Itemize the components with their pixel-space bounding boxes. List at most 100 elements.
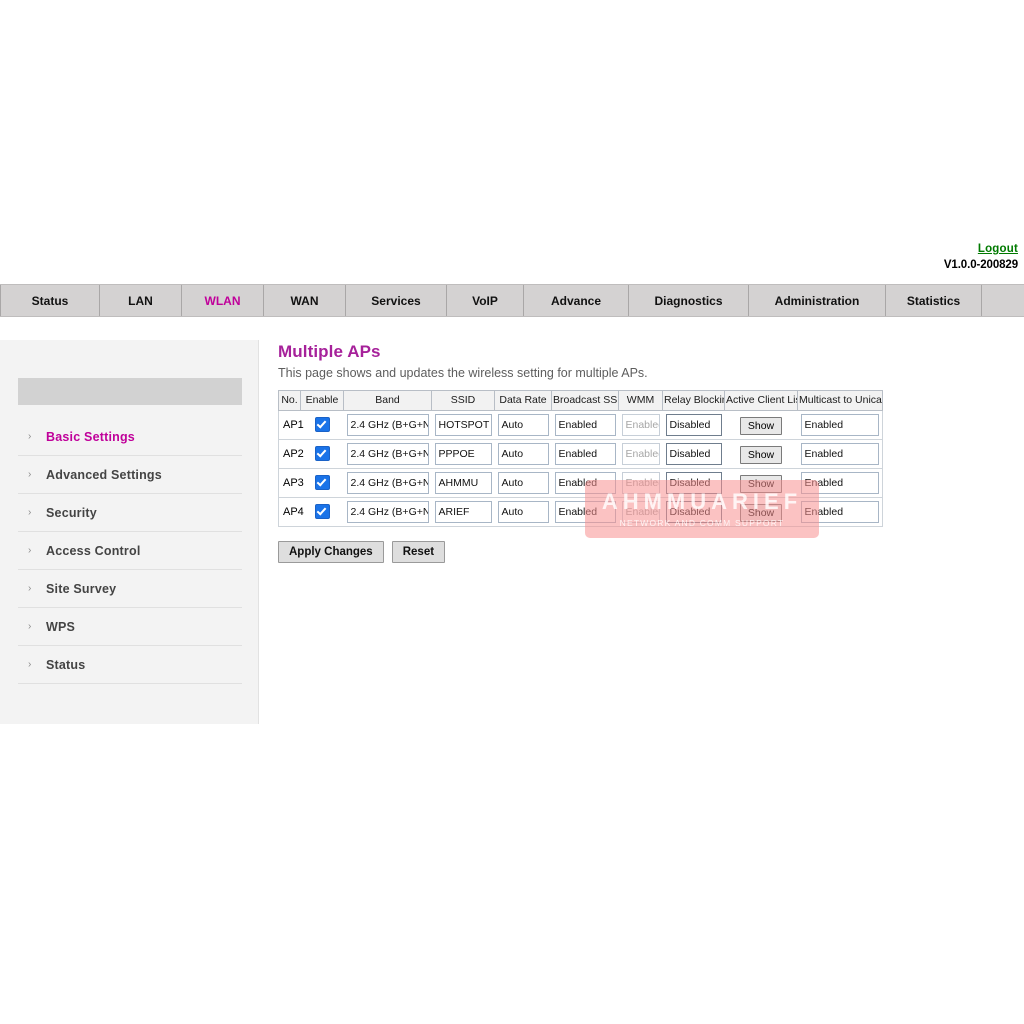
chevron-right-icon: ›	[28, 622, 46, 632]
sidebar-item-advanced-settings[interactable]: ›Advanced Settings	[18, 456, 242, 494]
nav-item-advance[interactable]: Advance	[524, 285, 629, 316]
enable-checkbox[interactable]	[315, 475, 330, 490]
band-select[interactable]: 2.4 GHz (B+G+N)	[347, 414, 429, 436]
sidebar-item-label: WPS	[46, 620, 75, 634]
data-rate-select[interactable]: Auto	[498, 472, 549, 494]
ssid-input[interactable]: AHMMU	[435, 472, 492, 494]
table-header-row: No.EnableBandSSIDData RateBroadcast SSID…	[279, 391, 883, 411]
table-row: AP12.4 GHz (B+G+N)HOTSPOTAutoEnabledEnab…	[279, 411, 883, 440]
nav-item-wan[interactable]: WAN	[264, 285, 346, 316]
ssid-cell: HOTSPOT	[432, 411, 495, 440]
nav-item-status[interactable]: Status	[0, 285, 100, 316]
sidebar-item-wps[interactable]: ›WPS	[18, 608, 242, 646]
enable-cell	[301, 411, 344, 440]
broadcast-ssid-select[interactable]: Enabled	[555, 472, 616, 494]
table-header-cell: Band	[344, 391, 432, 411]
nav-item-administration[interactable]: Administration	[749, 285, 886, 316]
main-navigation-bar: Status LAN WLAN WANServicesVoIPAdvance Diagn…	[0, 284, 1024, 317]
band-cell: 2.4 GHz (B+G+N)	[344, 498, 432, 527]
logout-link[interactable]: Logout	[978, 243, 1018, 255]
data-rate-select[interactable]: Auto	[498, 414, 549, 436]
reset-button[interactable]: Reset	[392, 541, 445, 563]
table-header-cell: Enable	[301, 391, 344, 411]
data-rate-select[interactable]: Auto	[498, 443, 549, 465]
nav-item-services[interactable]: Services	[346, 285, 447, 316]
sidebar-item-security[interactable]: ›Security	[18, 494, 242, 532]
sidebar-item-label: Access Control	[46, 544, 141, 558]
multicast-to-unicast-cell: Enabled	[798, 498, 883, 527]
active-client-list-cell: Show	[725, 469, 798, 498]
show-active-clients-button[interactable]: Show	[740, 417, 782, 435]
broadcast-ssid-cell: Enabled	[552, 440, 619, 469]
nav-item-label: Statistics	[907, 294, 960, 308]
show-active-clients-button[interactable]: Show	[740, 504, 782, 522]
enable-checkbox[interactable]	[315, 417, 330, 432]
broadcast-ssid-select[interactable]: Enabled	[555, 501, 616, 523]
wmm-cell: Enabled	[619, 411, 663, 440]
sidebar-item-site-survey[interactable]: ›Site Survey	[18, 570, 242, 608]
broadcast-ssid-select[interactable]: Enabled	[555, 443, 616, 465]
table-row: AP32.4 GHz (B+G+N)AHMMUAutoEnabledEnable…	[279, 469, 883, 498]
ssid-cell: PPPOE	[432, 440, 495, 469]
chevron-right-icon: ›	[28, 508, 46, 518]
relay-blocking-select[interactable]: Disabled	[666, 501, 722, 523]
nav-item-diagnostics[interactable]: Diagnostics	[629, 285, 749, 316]
wmm-select: Enabled	[622, 414, 660, 436]
table-header-cell: No.	[279, 391, 301, 411]
sidebar-item-label: Site Survey	[46, 582, 116, 596]
multicast-to-unicast-cell: Enabled	[798, 440, 883, 469]
relay-blocking-cell: Disabled	[663, 411, 725, 440]
ssid-input[interactable]: HOTSPOT	[435, 414, 492, 436]
table-header-cell: Active Client List	[725, 391, 798, 411]
show-active-clients-button[interactable]: Show	[740, 446, 782, 464]
ssid-input[interactable]: PPPOE	[435, 443, 492, 465]
multicast-to-unicast-select[interactable]: Enabled	[801, 443, 880, 465]
wmm-select: Enabled	[622, 472, 660, 494]
enable-cell	[301, 498, 344, 527]
band-select[interactable]: 2.4 GHz (B+G+N)	[347, 501, 429, 523]
relay-blocking-select[interactable]: Disabled	[666, 443, 722, 465]
sidebar-item-basic-settings[interactable]: ›Basic Settings	[18, 418, 242, 456]
nav-item-label: LAN	[128, 294, 153, 308]
nav-item-wlan[interactable]: WLAN	[182, 285, 264, 316]
enable-checkbox[interactable]	[315, 504, 330, 519]
multicast-to-unicast-select[interactable]: Enabled	[801, 472, 880, 494]
chevron-right-icon: ›	[28, 546, 46, 556]
band-cell: 2.4 GHz (B+G+N)	[344, 411, 432, 440]
broadcast-ssid-select[interactable]: Enabled	[555, 414, 616, 436]
nav-item-voip[interactable]: VoIP	[447, 285, 524, 316]
show-active-clients-button[interactable]: Show	[740, 475, 782, 493]
table-header-cell: WMM	[619, 391, 663, 411]
table-header-cell: SSID	[432, 391, 495, 411]
table-header-cell: Multicast to Unicast	[798, 391, 883, 411]
band-select[interactable]: 2.4 GHz (B+G+N)	[347, 443, 429, 465]
sidebar-item-access-control[interactable]: ›Access Control	[18, 532, 242, 570]
nav-item-statistics[interactable]: Statistics	[886, 285, 982, 316]
wmm-select: Enabled	[622, 501, 660, 523]
relay-blocking-select[interactable]: Disabled	[666, 414, 722, 436]
ssid-cell: ARIEF	[432, 498, 495, 527]
data-rate-cell: Auto	[495, 440, 552, 469]
apply-changes-button[interactable]: Apply Changes	[278, 541, 384, 563]
data-rate-select[interactable]: Auto	[498, 501, 549, 523]
nav-item-lan[interactable]: LAN	[100, 285, 182, 316]
multicast-to-unicast-select[interactable]: Enabled	[801, 501, 880, 523]
sidebar-item-status[interactable]: ›Status	[18, 646, 242, 684]
wlan-sidebar: ›Basic Settings›Advanced Settings›Securi…	[0, 340, 259, 724]
table-header-cell: Broadcast SSID	[552, 391, 619, 411]
nav-item-label: WLAN	[205, 294, 241, 308]
relay-blocking-select[interactable]: Disabled	[666, 472, 722, 494]
ssid-input[interactable]: ARIEF	[435, 501, 492, 523]
band-select[interactable]: 2.4 GHz (B+G+N)	[347, 472, 429, 494]
header-meta-block: Logout V1.0.0-200829	[944, 240, 1018, 271]
chevron-right-icon: ›	[28, 660, 46, 670]
multicast-to-unicast-select[interactable]: Enabled	[801, 414, 880, 436]
enable-checkbox[interactable]	[315, 446, 330, 461]
enable-cell	[301, 440, 344, 469]
relay-blocking-cell: Disabled	[663, 440, 725, 469]
nav-item-label: Diagnostics	[654, 294, 722, 308]
sidebar-item-label: Advanced Settings	[46, 468, 162, 482]
nav-item-label: Administration	[775, 294, 860, 308]
nav-filler	[982, 285, 1024, 316]
broadcast-ssid-cell: Enabled	[552, 411, 619, 440]
